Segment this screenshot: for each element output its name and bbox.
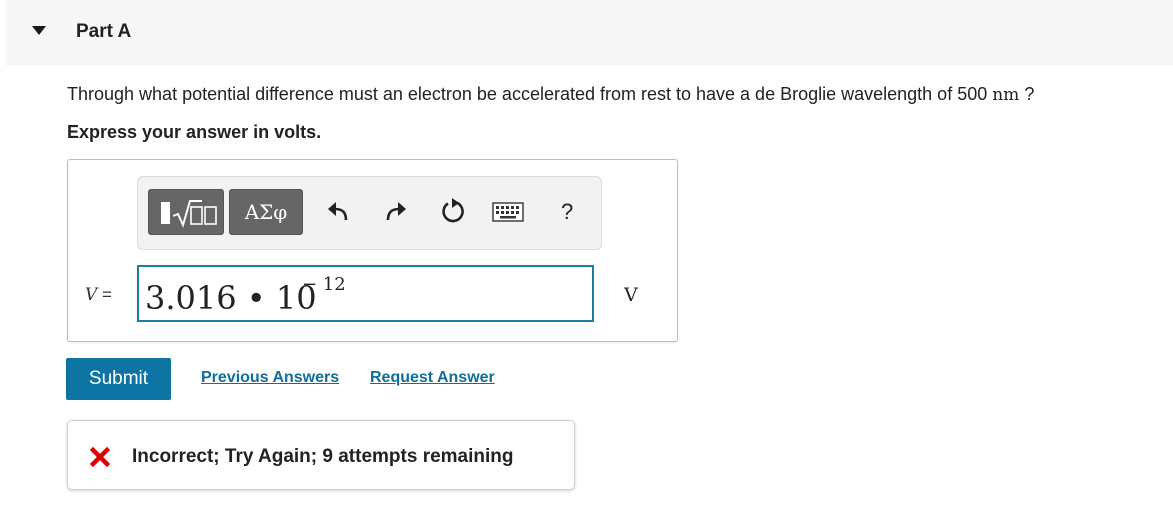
collapse-triangle-icon[interactable] [32,26,46,35]
incorrect-x-icon [90,447,110,467]
equals-sign: = [102,285,112,304]
answer-mantissa: 3.016 • 10 [145,279,317,317]
undo-icon[interactable] [326,199,350,223]
answer-exponent: − 12 [302,274,346,295]
question-text: Through what potential difference must a… [67,84,1034,105]
radical-icon [172,200,217,228]
feedback-text: Incorrect; Try Again; 9 attempts remaini… [132,446,514,467]
template-square-icon [161,202,170,224]
reset-icon[interactable] [440,198,466,224]
previous-answers-link[interactable]: Previous Answers [201,369,339,387]
answer-unit: V [624,284,638,306]
redo-icon[interactable] [384,199,408,223]
greek-symbols-button[interactable]: ΑΣφ [229,189,303,235]
question-text-before: Through what potential difference must a… [67,84,993,104]
templates-button[interactable] [148,189,224,235]
variable-symbol: V [85,285,98,305]
submit-button[interactable]: Submit [66,358,171,400]
request-answer-link[interactable]: Request Answer [370,369,495,387]
answer-variable-label: V = [85,285,112,305]
part-header[interactable]: Part A [6,0,1173,66]
help-button[interactable]: ? [561,199,573,225]
question-unit: nm [992,85,1020,105]
feedback-panel: Incorrect; Try Again; 9 attempts remaini… [67,420,575,490]
answer-instruction: Express your answer in volts. [67,122,322,142]
keyboard-icon[interactable] [492,202,524,222]
part-title: Part A [76,21,132,42]
answer-input[interactable]: 3.016 • 10 − 12 [137,265,594,322]
math-toolbar: ΑΣφ ? [137,176,602,250]
question-text-after: ? [1019,84,1035,104]
